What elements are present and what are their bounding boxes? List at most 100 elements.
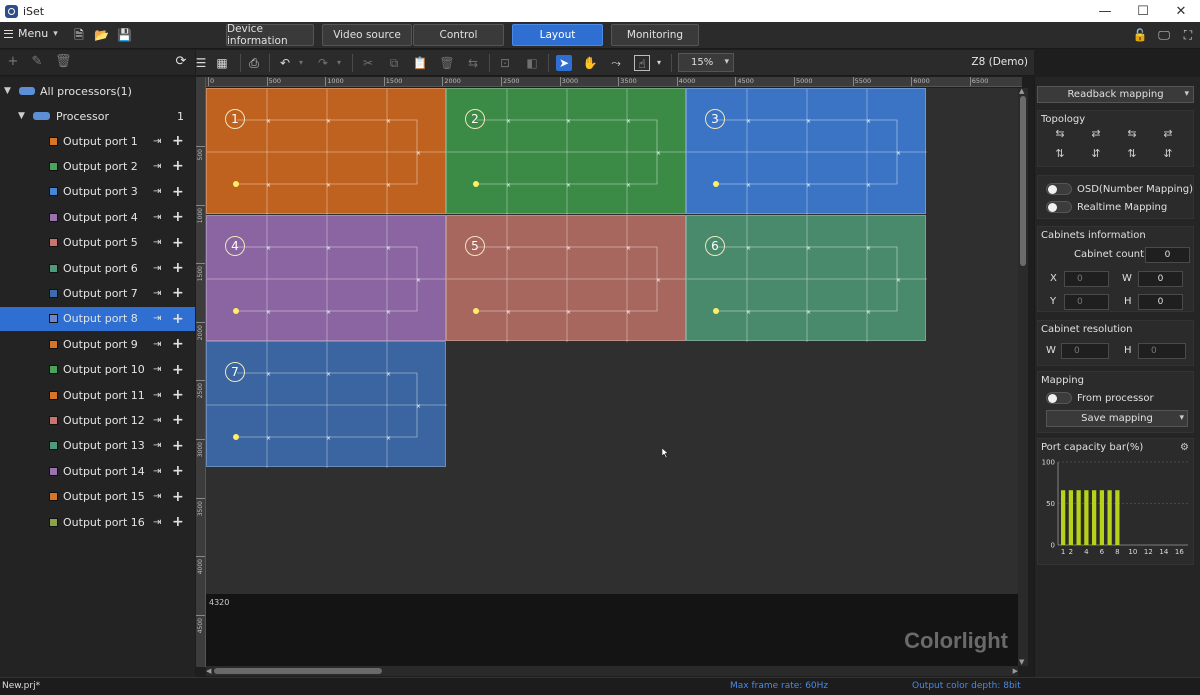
chevron-down-icon[interactable]: ▾: [331, 55, 347, 71]
horizontal-scrollbar[interactable]: ◀ ▶: [206, 666, 1018, 676]
pin-icon[interactable]: ⇥: [153, 288, 161, 299]
tree-item-output-port[interactable]: Output port 6 ⇥ +: [0, 256, 195, 280]
output-port-area[interactable]: × × × × × × × 5: [446, 214, 687, 342]
tree-item-output-port[interactable]: Output port 11 ⇥ +: [0, 383, 195, 407]
tree-item-output-port[interactable]: Output port 8 ⇥ +: [0, 306, 195, 331]
paste-icon[interactable]: 📋: [412, 55, 428, 71]
pin-icon[interactable]: ⇥: [153, 263, 161, 274]
readback-mapping-select[interactable]: Readback mapping ▾: [1037, 86, 1194, 103]
maximize-button[interactable]: ☐: [1124, 0, 1162, 22]
new-project-icon[interactable]: 🗎: [72, 28, 86, 42]
tree-item-all-processors[interactable]: ▼ All processors(1): [0, 79, 195, 103]
add-port-icon[interactable]: +: [172, 285, 184, 301]
pin-icon[interactable]: ⇥: [153, 466, 161, 477]
menu-button[interactable]: Menu ▾: [4, 27, 58, 40]
trash-icon[interactable]: 🗑: [439, 55, 455, 71]
pin-icon[interactable]: ⇥: [153, 212, 161, 223]
cut-icon[interactable]: ✂: [360, 55, 376, 71]
topology-left-right-icon[interactable]: ⇆: [1053, 128, 1067, 140]
add-port-icon[interactable]: +: [172, 209, 184, 225]
tree-item-processor[interactable]: ▼ Processor 1: [0, 104, 195, 128]
pin-icon[interactable]: ⇥: [153, 415, 161, 426]
topology-down-up-icon[interactable]: ⇵: [1089, 148, 1103, 160]
pin-icon[interactable]: ⇥: [153, 186, 161, 197]
topology-right-left-icon[interactable]: ⇄: [1089, 128, 1103, 140]
tab-control[interactable]: Control: [413, 24, 504, 46]
tree-item-output-port[interactable]: Output port 16 ⇥ +: [0, 510, 195, 534]
redo-icon[interactable]: ↷: [315, 55, 331, 71]
add-port-icon[interactable]: +: [172, 184, 184, 200]
add-port-icon[interactable]: +: [172, 489, 184, 505]
monitor-icon[interactable]: 🖵: [1156, 27, 1172, 43]
add-port-icon[interactable]: +: [172, 311, 184, 327]
delete-icon[interactable]: 🗑: [55, 55, 72, 69]
grid-icon[interactable]: ▦: [214, 55, 230, 71]
add-port-icon[interactable]: +: [172, 336, 184, 352]
output-port-area[interactable]: × × × × × × × 7: [206, 341, 447, 468]
add-port-icon[interactable]: +: [172, 362, 184, 378]
chevron-down-icon[interactable]: ▾: [651, 55, 667, 71]
refresh-icon[interactable]: ⟳: [174, 55, 188, 69]
chevron-down-icon[interactable]: ▼: [18, 111, 25, 121]
fullscreen-icon[interactable]: ⛶: [1180, 27, 1196, 43]
vertical-scroll-thumb[interactable]: [1020, 96, 1026, 266]
horizontal-scroll-thumb[interactable]: [214, 668, 382, 674]
tree-item-output-port[interactable]: Output port 12 ⇥ +: [0, 408, 195, 432]
tree-item-output-port[interactable]: Output port 3 ⇥ +: [0, 180, 195, 204]
realtime-mapping-toggle[interactable]: [1046, 201, 1072, 213]
x-input[interactable]: 0: [1064, 271, 1109, 287]
y-input[interactable]: 0: [1064, 294, 1109, 310]
undo-icon[interactable]: ↶: [277, 55, 293, 71]
pan-hand-icon[interactable]: ✋: [582, 55, 598, 71]
tree-item-output-port[interactable]: Output port 2 ⇥ +: [0, 154, 195, 178]
topology-up-down-icon[interactable]: ⇅: [1053, 148, 1067, 160]
select-tool-icon[interactable]: ➤: [556, 55, 572, 71]
pointer-tool-icon[interactable]: ☝: [634, 55, 650, 71]
tree-item-output-port[interactable]: Output port 10 ⇥ +: [0, 358, 195, 382]
unlock-icon[interactable]: 🔓: [1132, 27, 1148, 43]
add-icon[interactable]: +: [6, 55, 20, 69]
minimize-button[interactable]: —: [1086, 0, 1124, 22]
topology-vertical-icon[interactable]: ⇅: [1125, 148, 1139, 160]
tab-device-information[interactable]: Device information: [226, 23, 314, 47]
add-port-icon[interactable]: +: [172, 235, 184, 251]
resolution-w-input[interactable]: 0: [1061, 343, 1109, 359]
pin-icon[interactable]: ⇥: [153, 161, 161, 172]
add-port-icon[interactable]: +: [172, 133, 184, 149]
tab-video-source[interactable]: Video source: [322, 24, 412, 46]
vertical-scrollbar[interactable]: ▲ ▼: [1018, 87, 1028, 666]
zoom-select[interactable]: 15% ▾: [678, 53, 734, 72]
save-icon[interactable]: 💾: [117, 28, 132, 42]
add-port-icon[interactable]: +: [172, 412, 184, 428]
save-mapping-button[interactable]: Save mapping ▾: [1046, 410, 1188, 427]
chevron-down-icon[interactable]: ▾: [293, 55, 309, 71]
connect-tool-icon[interactable]: ⤳: [608, 55, 624, 71]
pin-icon[interactable]: ⇥: [153, 237, 161, 248]
list-icon[interactable]: ☰: [193, 55, 209, 71]
output-port-area[interactable]: × × × × × × × 6: [686, 214, 927, 342]
add-port-icon[interactable]: +: [172, 158, 184, 174]
chevron-down-icon[interactable]: ▼: [4, 86, 11, 96]
open-folder-icon[interactable]: 📂: [94, 28, 109, 42]
edit-icon[interactable]: ✎: [30, 55, 44, 69]
topology-zigzag-icon[interactable]: ⇆: [1125, 128, 1139, 140]
add-port-icon[interactable]: +: [172, 260, 184, 276]
group-icon[interactable]: ⊡: [497, 55, 513, 71]
resolution-h-input[interactable]: 0: [1138, 343, 1186, 359]
add-port-icon[interactable]: +: [172, 387, 184, 403]
pin-icon[interactable]: ⇥: [153, 364, 161, 375]
layout-canvas[interactable]: 4320 Colorlight × × × × × × × 1 × × × × × × × 2 × × × × × × × 3…: [206, 88, 1018, 666]
osd-toggle[interactable]: [1046, 183, 1072, 195]
tree-item-output-port[interactable]: Output port 14 ⇥ +: [0, 459, 195, 483]
pin-icon[interactable]: ⇥: [153, 313, 161, 324]
tree-item-output-port[interactable]: Output port 1 ⇥ +: [0, 129, 195, 153]
pin-icon[interactable]: ⇥: [153, 390, 161, 401]
from-processor-toggle[interactable]: [1046, 392, 1072, 404]
tree-item-output-port[interactable]: Output port 5 ⇥ +: [0, 231, 195, 255]
output-port-area[interactable]: × × × × × × × 3: [686, 88, 927, 215]
pin-icon[interactable]: ⇥: [153, 339, 161, 350]
tree-item-output-port[interactable]: Output port 9 ⇥ +: [0, 332, 195, 356]
pin-icon[interactable]: ⇥: [153, 136, 161, 147]
tab-layout[interactable]: Layout: [512, 24, 603, 46]
pin-icon[interactable]: ⇥: [153, 440, 161, 451]
